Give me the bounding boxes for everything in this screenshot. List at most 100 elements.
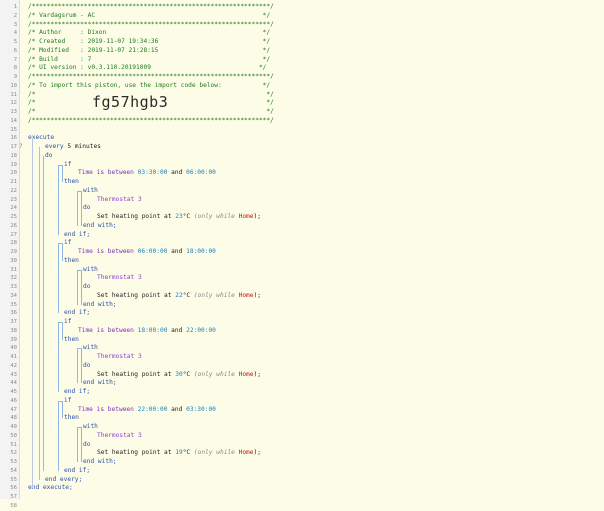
header-build: /* Build : 7 */ bbox=[28, 56, 270, 65]
code-token: ); bbox=[253, 291, 261, 299]
if-keyword: if bbox=[64, 318, 71, 327]
then-keyword: then bbox=[64, 257, 79, 266]
block-guide-line bbox=[81, 269, 82, 305]
code-token: Home bbox=[238, 370, 254, 378]
code-token: every bbox=[45, 143, 64, 150]
code-token: with bbox=[83, 344, 98, 352]
line-number: 4 bbox=[13, 30, 17, 37]
line-number: 21 bbox=[10, 179, 17, 185]
code-token: with bbox=[83, 186, 98, 194]
code-token: end if; bbox=[64, 388, 91, 395]
code-token: 30 bbox=[175, 370, 183, 378]
end-if-keyword: end if; bbox=[64, 231, 90, 240]
line-number: 16 bbox=[10, 135, 17, 142]
line-number: 22 bbox=[10, 187, 17, 194]
code-token: do bbox=[83, 283, 91, 290]
line-number: 50 bbox=[10, 432, 17, 439]
if-keyword: if bbox=[64, 239, 71, 248]
code-token: Time is between bbox=[78, 326, 134, 334]
code-token: /* Vardagsrum - AC */ bbox=[28, 11, 271, 19]
code-token: Set heating point at bbox=[97, 291, 172, 299]
code-token: Thermostat 3 bbox=[97, 353, 142, 360]
line-number: 3 bbox=[13, 21, 17, 28]
end-with-keyword: end with; bbox=[83, 301, 117, 310]
code-token: 23 bbox=[175, 213, 183, 220]
header-modified: /* Modified : 2019-11-07 21:28:15 */ bbox=[28, 47, 270, 56]
device-name: Thermostat 3 bbox=[97, 353, 142, 362]
block-guide-line bbox=[58, 164, 59, 235]
code-token: 22:00:00 bbox=[137, 405, 168, 413]
line-number: 13 bbox=[10, 109, 17, 115]
code-editor[interactable]: 1 2 3 4 5 6 7 8 9 10 11 12 13 14 15 16 17 18 19 20 21 22 23 24 2… bbox=[0, 0, 604, 509]
code-token: /* Build : 7 */ bbox=[28, 55, 271, 63]
code-token: with bbox=[83, 423, 98, 430]
line-number: 41 bbox=[10, 354, 17, 360]
line-number: 23 bbox=[10, 196, 17, 203]
line-number: 47 bbox=[10, 406, 17, 413]
line-number: 30 bbox=[10, 257, 17, 264]
line-number: 46 bbox=[10, 397, 17, 404]
end-if-keyword: end if; bbox=[64, 467, 90, 476]
code-token: Time is between bbox=[78, 405, 134, 413]
code-token: do bbox=[83, 204, 91, 212]
code-token: Set heating point at bbox=[97, 370, 172, 378]
line-number: 1 bbox=[13, 4, 17, 10]
block-guide-line bbox=[62, 243, 63, 261]
header-border: /***************************************… bbox=[28, 3, 274, 12]
code-token: 03:30:00 bbox=[137, 169, 168, 177]
block-guide-line bbox=[62, 400, 63, 419]
end-with-keyword: end with; bbox=[83, 379, 117, 388]
time-condition: Time is between 03:30:00 and 06:00:00 bbox=[78, 169, 216, 178]
code-token: end if; bbox=[64, 230, 91, 238]
code-token: end with; bbox=[83, 379, 117, 387]
line-number: 40 bbox=[10, 345, 17, 352]
block-guide-line bbox=[77, 190, 78, 226]
code-token: /* To import this piston, use the import… bbox=[28, 81, 271, 89]
line-number: 7 bbox=[13, 56, 17, 63]
import-note: /* To import this piston, use the import… bbox=[28, 82, 270, 91]
code-token: and bbox=[171, 169, 183, 177]
code-token: Set heating point at bbox=[97, 213, 172, 220]
line-number: 38 bbox=[10, 327, 17, 334]
line-number: 29 bbox=[10, 249, 17, 255]
end-with-keyword: end with; bbox=[83, 458, 117, 467]
code-token: and bbox=[171, 326, 183, 334]
block-guide-line bbox=[43, 155, 44, 471]
end-every-keyword: end every; bbox=[45, 476, 82, 485]
block-guide-line bbox=[58, 400, 59, 471]
end-with-keyword: end with; bbox=[83, 222, 117, 231]
line-number-gutter: 1 2 3 4 5 6 7 8 9 10 11 12 13 14 15 16 17 18 19 20 21 22 23 24 2… bbox=[0, 0, 20, 509]
line-number: 31 bbox=[10, 266, 17, 273]
block-guide-line bbox=[81, 348, 82, 384]
code-token: then bbox=[64, 256, 79, 264]
import-code: fg57hgb3 bbox=[92, 92, 169, 111]
code-token: and bbox=[171, 248, 183, 255]
code-token: end if; bbox=[64, 309, 91, 317]
line-number: 9 bbox=[13, 74, 17, 80]
code-token: 03:30:00 bbox=[186, 405, 216, 413]
block-guide-line bbox=[58, 322, 59, 392]
time-condition: Time is between 06:00:00 and 18:00:00 bbox=[78, 248, 216, 257]
line-number: 44 bbox=[10, 380, 17, 387]
line-number: 27 bbox=[10, 231, 17, 238]
code-token: end execute; bbox=[28, 484, 73, 492]
code-token: (only while bbox=[193, 449, 235, 457]
block-guide-line bbox=[81, 427, 82, 462]
code-token: 06:00:00 bbox=[186, 169, 216, 177]
end-if-keyword: end if; bbox=[64, 388, 90, 397]
line-number: 2 bbox=[13, 12, 17, 19]
then-keyword: then bbox=[64, 178, 79, 187]
do-keyword: do bbox=[83, 441, 90, 450]
code-token: ); bbox=[253, 449, 261, 457]
line-number: 33 bbox=[10, 284, 17, 290]
code-token: end every; bbox=[45, 475, 83, 483]
block-guide-line bbox=[77, 427, 78, 462]
line-number: 20 bbox=[10, 170, 17, 177]
with-keyword: with bbox=[83, 187, 98, 196]
code-token: /***************************************… bbox=[28, 73, 274, 80]
block-guide-line bbox=[77, 348, 78, 384]
code-token: 18:00:00 bbox=[137, 326, 168, 334]
code-token: 22 bbox=[175, 291, 183, 299]
code-token: 22:00:00 bbox=[186, 326, 216, 334]
end-execute-keyword: end execute; bbox=[28, 484, 73, 493]
